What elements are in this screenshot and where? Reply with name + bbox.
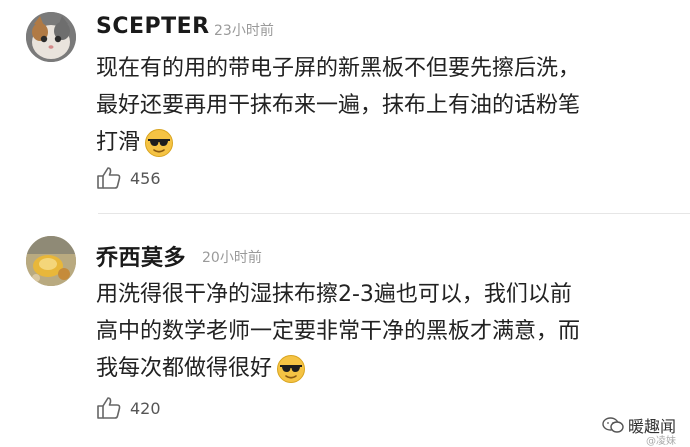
comment-line-text: 我每次都做得很好	[96, 356, 273, 381]
username[interactable]: 乔西莫多	[96, 240, 186, 272]
comment-line: 现在有的用的带电子屏的新黑板不但要先擦后洗，	[96, 56, 581, 81]
comment-line: 高中的数学老师一定要非常干净的黑板才满意，而	[96, 319, 581, 344]
like-button[interactable]: 420	[96, 396, 161, 420]
comment-line: 打滑	[96, 124, 656, 161]
like-count: 456	[130, 168, 161, 188]
like-count: 420	[130, 398, 161, 418]
avatar[interactable]	[26, 12, 76, 62]
cat-avatar-icon	[26, 12, 76, 62]
food-avatar-icon	[26, 236, 76, 286]
username[interactable]: SCEPTER	[96, 14, 210, 39]
comment-text: 现在有的用的带电子屏的新黑板不但要先擦后洗， 最好还要再用干抹布来一遍，抹布上有…	[96, 50, 656, 161]
comment-line: 用洗得很干净的湿抹布擦2-3遍也可以，我们以前	[96, 282, 572, 307]
sunglasses-emoji-icon	[277, 355, 306, 383]
comment-item: SCEPTER 23小时前 现在有的用的带电子屏的新黑板不但要先擦后洗， 最好还…	[0, 0, 690, 213]
timestamp: 20小时前	[202, 250, 262, 266]
timestamp: 23小时前	[214, 23, 274, 39]
comment-item: 乔西莫多 20小时前 用洗得很干净的湿抹布擦2-3遍也可以，我们以前 高中的数学…	[0, 216, 690, 445]
avatar[interactable]	[26, 236, 76, 286]
comment-text: 用洗得很干净的湿抹布擦2-3遍也可以，我们以前 高中的数学老师一定要非常干净的黑…	[96, 276, 656, 387]
sunglasses-emoji-icon	[145, 129, 174, 157]
wechat-icon	[602, 417, 624, 433]
thumbs-up-icon	[97, 167, 121, 189]
comment-line-text: 打滑	[96, 130, 141, 155]
comment-line: 我每次都做得很好	[96, 350, 656, 387]
thumbs-up-icon	[97, 397, 121, 419]
comment-line: 最好还要再用干抹布来一遍，抹布上有油的话粉笔	[96, 93, 581, 118]
divider	[98, 213, 690, 214]
like-button[interactable]: 456	[96, 166, 161, 190]
